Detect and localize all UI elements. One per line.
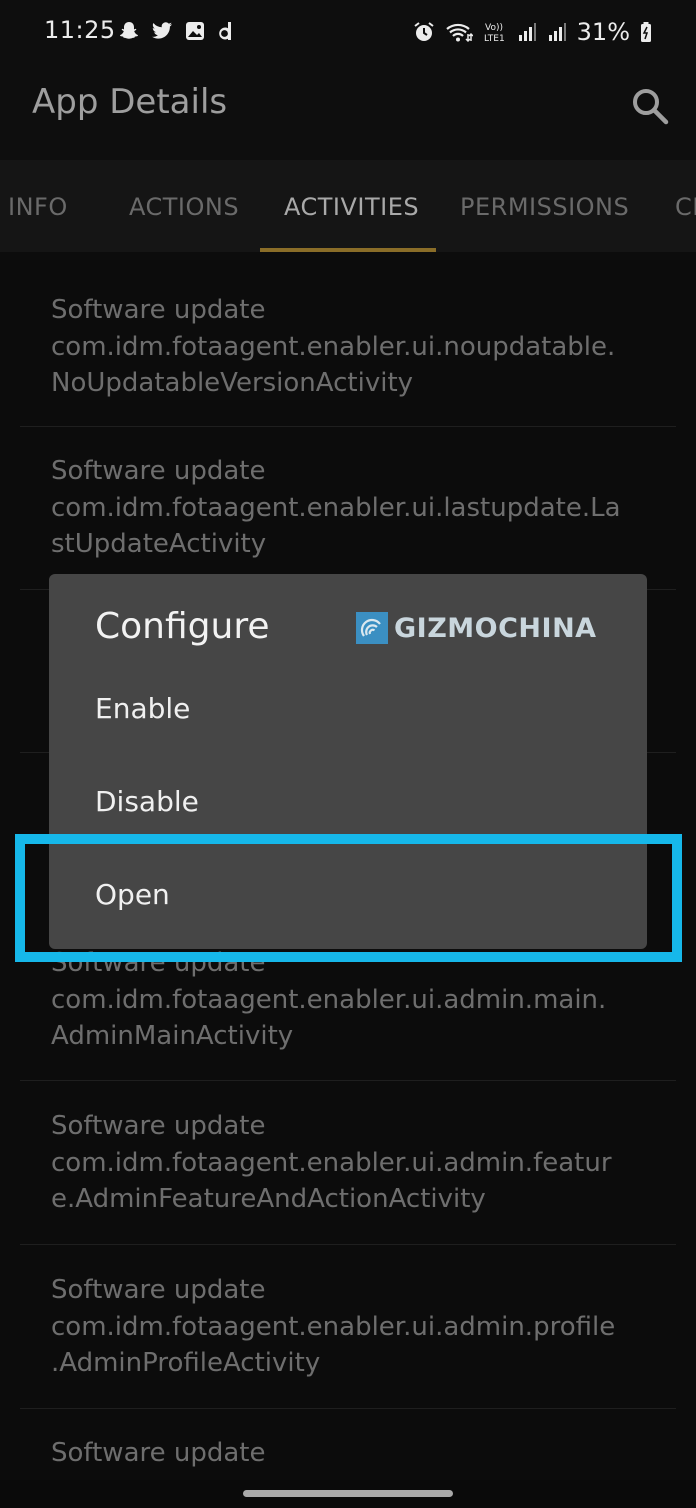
battery-percent: 31%: [576, 18, 630, 46]
highlight-box: [15, 834, 682, 962]
alarm-icon: [414, 22, 434, 41]
tab-ce[interactable]: CE: [675, 160, 696, 252]
gesture-handle[interactable]: [243, 1490, 453, 1497]
activity-label: Software update: [51, 1438, 266, 1468]
search-icon: [633, 89, 669, 125]
search-button[interactable]: [628, 84, 672, 128]
phone-screen: 11:25 Vo)) LTE1 31% App Details INFO ACT…: [0, 0, 696, 1508]
activity-class-cont: .AdminProfileActivity: [51, 1348, 321, 1378]
dialog-title: Configure: [95, 606, 270, 647]
activity-label: Software update: [51, 456, 266, 486]
activity-label: Software update: [51, 295, 266, 325]
activity-class-cont: NoUpdatableVersionActivity: [51, 368, 414, 398]
tab-permissions[interactable]: PERMISSIONS: [460, 160, 629, 252]
activity-class: com.idm.fotaagent.enabler.ui.admin.profi…: [51, 1311, 616, 1342]
list-item[interactable]: Software update com.idm.fotaagent.enable…: [51, 1272, 671, 1382]
activity-class: com.idm.fotaagent.enabler.ui.noupdatable…: [51, 331, 616, 362]
twitter-icon: [152, 22, 172, 39]
battery-icon: [641, 22, 651, 42]
activity-class: com.idm.fotaagent.enabler.ui.admin.featu…: [51, 1147, 612, 1178]
tab-actions[interactable]: ACTIONS: [129, 160, 239, 252]
divider: [20, 426, 676, 427]
svg-text:Vo)): Vo)): [485, 23, 503, 33]
status-time: 11:25: [44, 16, 116, 44]
activity-class-cont: e.AdminFeatureAndActionActivity: [51, 1184, 486, 1214]
gallery-icon: [186, 22, 204, 40]
activity-class: com.idm.fotaagent.enabler.ui.lastupdate.…: [51, 492, 621, 523]
list-item[interactable]: Software update com.idm.fotaagent.enable…: [51, 292, 671, 402]
signal-icon: [518, 23, 536, 41]
svg-text:LTE1: LTE1: [484, 34, 505, 44]
divider: [20, 1408, 676, 1409]
activity-label: Software update: [51, 1275, 266, 1305]
divider: [20, 1244, 676, 1245]
page-title: App Details: [32, 82, 228, 122]
tab-bar: INFO ACTIONS ACTIVITIES PERMISSIONS CE: [0, 160, 696, 252]
activity-label: Software update: [51, 1111, 266, 1141]
gizmochina-logo-icon: [356, 612, 388, 644]
activity-class-cont: AdminMainActivity: [51, 1021, 294, 1051]
app-bar: App Details: [0, 62, 696, 160]
dailyhunt-icon: [219, 22, 231, 40]
navigation-bar: [0, 1480, 696, 1508]
watermark-text: GIZMOCHINA: [394, 612, 597, 644]
enable-option[interactable]: Enable: [95, 692, 190, 725]
activity-class: com.idm.fotaagent.enabler.ui.admin.main.: [51, 984, 607, 1015]
wifi-icon: [445, 23, 473, 43]
system-icons: Vo)) LTE1 31%: [413, 18, 652, 46]
notification-icons: [118, 20, 234, 42]
list-item[interactable]: Software update com.idm.fotaagent.enable…: [51, 453, 671, 563]
signal-icon: [548, 23, 566, 41]
list-item[interactable]: Software update com.idm.fotaagent.enable…: [51, 1108, 671, 1218]
disable-option[interactable]: Disable: [95, 785, 199, 818]
divider: [20, 1080, 676, 1081]
tab-activities[interactable]: ACTIVITIES: [284, 160, 419, 252]
watermark: GIZMOCHINA: [356, 612, 597, 644]
status-bar: 11:25 Vo)) LTE1 31%: [0, 0, 696, 62]
volte-icon: Vo)) LTE1: [484, 23, 505, 44]
activity-class-cont: stUpdateActivity: [51, 529, 267, 559]
snapchat-icon: [120, 22, 138, 39]
list-item[interactable]: Software update: [51, 1435, 671, 1472]
tab-info[interactable]: INFO: [8, 160, 68, 252]
